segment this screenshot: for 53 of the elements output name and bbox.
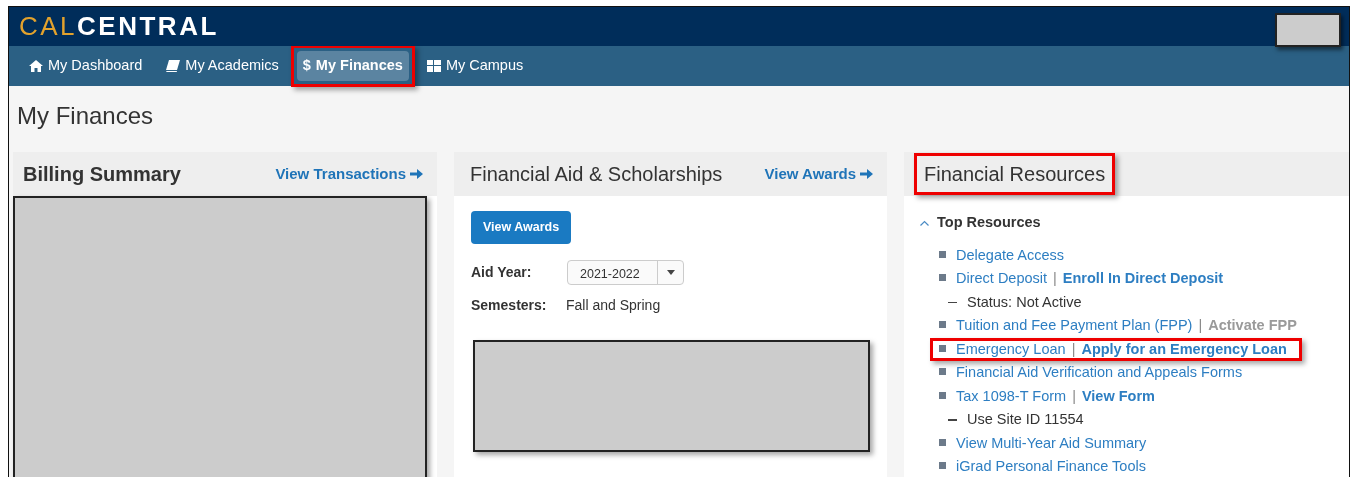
view-awards-button[interactable]: View Awards (471, 211, 572, 244)
status-text: Status: Not Active (967, 292, 1082, 312)
resource-link[interactable]: View Multi-Year Aid Summary (956, 434, 1147, 451)
bullet-icon (939, 391, 946, 399)
grid-icon (426, 60, 441, 72)
resource-link[interactable]: iGrad Personal Finance Tools (956, 458, 1146, 475)
bullet-icon (939, 274, 946, 282)
caret-down-icon (666, 269, 675, 275)
status-text: Use Site ID 11554 (967, 410, 1084, 430)
section-title[interactable]: Top Resources (937, 212, 1041, 234)
bullet-icon (939, 250, 946, 258)
aid-year-select[interactable]: 2021-2022 (567, 259, 684, 285)
home-icon (29, 60, 43, 72)
resource-link[interactable]: Emergency Loan (956, 340, 1066, 357)
bullet-icon (939, 344, 946, 352)
resource-link[interactable]: Direct Deposit (956, 270, 1048, 287)
view-awards-link[interactable]: View Awards (764, 162, 873, 186)
arrow-right-icon (410, 168, 423, 180)
bullet-icon (939, 438, 946, 446)
field-label: Semesters: (471, 295, 548, 315)
action-link[interactable]: Apply for an Emergency Loan (1081, 340, 1287, 357)
separator: | (1053, 270, 1057, 287)
action-link[interactable]: Enroll In Direct Deposit (1062, 270, 1224, 287)
separator: | (1072, 387, 1076, 404)
nav-tab[interactable]: My Academics (160, 51, 285, 81)
arrow-right-icon (860, 168, 873, 180)
nav-tab[interactable]: $ My Finances (296, 51, 409, 81)
separator: | (1071, 340, 1076, 357)
action-link: Activate FPP (1208, 317, 1297, 334)
panel-title: Billing Summary (23, 162, 181, 187)
book-icon (166, 60, 181, 72)
resource-link[interactable]: Delegate Access (956, 246, 1064, 263)
dash-icon (948, 419, 957, 421)
field-value: Fall and Spring (566, 295, 661, 315)
action-link[interactable]: View Form (1081, 387, 1155, 404)
view-transactions-link[interactable]: View Transactions (275, 162, 423, 186)
resource-link[interactable]: Tax 1098-T Form (956, 387, 1067, 404)
resource-link[interactable]: Tuition and Fee Payment Plan (FPP) (956, 317, 1193, 334)
chevron-up-icon[interactable] (920, 219, 929, 226)
resource-link[interactable]: Financial Aid Verification and Appeals Forms (956, 364, 1243, 381)
nav-tab[interactable]: My Dashboard (23, 51, 149, 81)
page-title: My Finances (17, 101, 155, 131)
field-label: Aid Year: (471, 262, 533, 282)
bullet-icon (939, 462, 946, 470)
redaction-block (1275, 13, 1341, 47)
dash-icon (948, 301, 957, 304)
bullet-icon (939, 321, 946, 329)
separator: | (1198, 317, 1203, 334)
panel-title: Financial Aid & Scholarships (470, 162, 723, 187)
bullet-icon (939, 368, 946, 376)
logo[interactable]: CALCENTRAL (19, 7, 219, 46)
nav-tab[interactable]: My Campus (420, 51, 530, 81)
panel-title: Financial Resources (923, 162, 1107, 187)
